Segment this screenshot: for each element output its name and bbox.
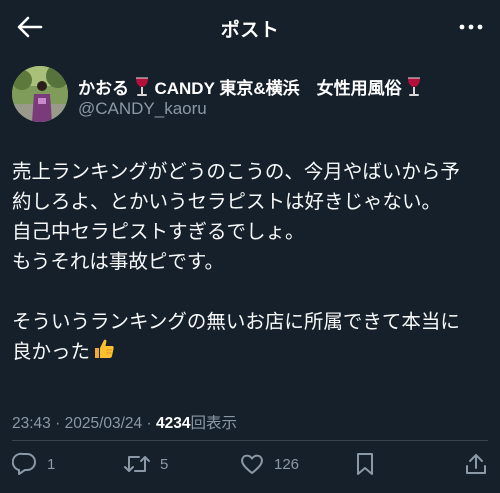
- user-handle[interactable]: @CANDY_kaoru: [78, 99, 207, 119]
- reply-count: 1: [47, 455, 56, 473]
- meta-separator: ·: [55, 415, 61, 432]
- views-count[interactable]: 4234: [156, 415, 190, 432]
- more-options-button[interactable]: [456, 12, 486, 42]
- meta-separator: ·: [146, 415, 152, 432]
- author-block: かおる CANDY 東京&横浜 女性用風俗 @CANDY_kaoru: [12, 66, 488, 130]
- display-name-part2: CANDY 東京&横浜 女性用風俗: [154, 79, 402, 98]
- avatar[interactable]: [12, 66, 68, 122]
- display-name[interactable]: かおる CANDY 東京&横浜 女性用風俗: [78, 74, 422, 99]
- divider: [12, 440, 488, 441]
- post-date: 2025/03/24: [64, 415, 143, 432]
- reply-icon: [12, 452, 36, 475]
- post-line: もうそれは事故ピです。: [12, 251, 224, 273]
- like-count: 126: [274, 455, 300, 473]
- retweet-button[interactable]: 5: [123, 450, 168, 478]
- post-text: 売上ランキングがどうのこうの、今月やばいから予 約しろよ、とかいうセラピストは好…: [12, 157, 490, 367]
- bookmark-icon: [357, 453, 373, 475]
- heart-icon: [241, 454, 263, 474]
- post-meta: 23:43 · 2025/03/24 · 4234回表示: [12, 411, 237, 433]
- retweet-icon: [124, 456, 150, 472]
- post-time: 23:43: [12, 415, 51, 432]
- top-bar: ポスト: [0, 0, 500, 54]
- post-line: 売上ランキングがどうのこうの、今月やばいから予: [12, 161, 460, 183]
- action-bar: 1 5 126: [0, 450, 500, 480]
- post-line: そういうランキングの無いお店に所属できて本当に: [12, 311, 460, 333]
- post-line: 良かった: [12, 341, 91, 363]
- post-line-last: 良かった: [12, 337, 490, 367]
- post-line: [12, 277, 490, 307]
- views-label: 回表示: [190, 415, 237, 432]
- retweet-count: 5: [160, 455, 169, 473]
- reply-button[interactable]: 1: [12, 450, 55, 478]
- more-horizontal-icon: [459, 24, 483, 30]
- share-button[interactable]: [464, 450, 488, 478]
- wine-glass-icon: [135, 77, 148, 96]
- post-line: 自己中セラピストすぎるでしょ。: [12, 221, 305, 243]
- bookmark-button[interactable]: [354, 450, 376, 478]
- like-button[interactable]: 126: [239, 450, 299, 478]
- thumbs-up-icon: [95, 339, 114, 358]
- display-name-part1: かおる: [78, 79, 129, 98]
- post-line: 約しろよ、とかいうセラピストは好きじゃない。: [12, 191, 442, 213]
- share-icon: [466, 454, 486, 474]
- page-title: ポスト: [220, 20, 280, 41]
- wine-glass-icon: [408, 77, 421, 96]
